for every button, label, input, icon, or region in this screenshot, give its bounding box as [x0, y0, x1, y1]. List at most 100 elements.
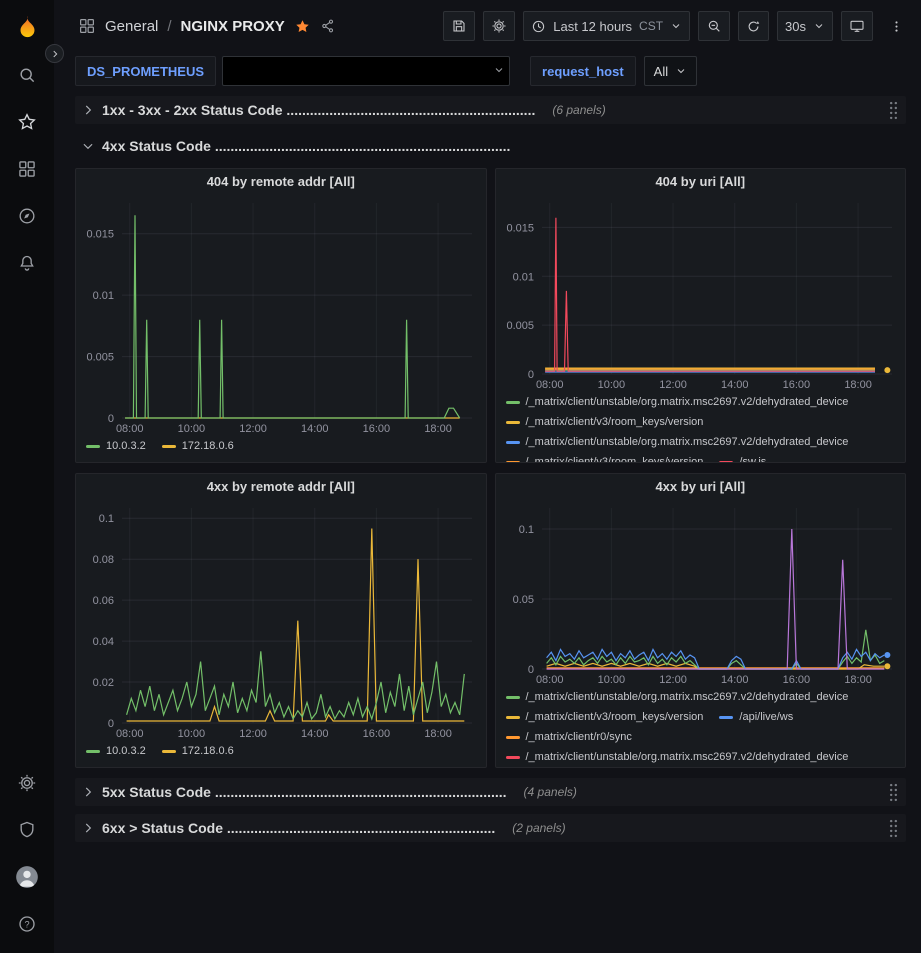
sidebar-item-profile[interactable] [0, 853, 54, 900]
svg-text:0.015: 0.015 [86, 229, 114, 241]
row-4xx-status-code[interactable]: 4xx Status Code ........................… [75, 132, 906, 160]
row-1xx-3xx-2xx-status-code[interactable]: 1xx - 3xx - 2xx Status Code ............… [75, 96, 906, 124]
svg-text:18:00: 18:00 [424, 423, 452, 435]
legend-swatch [719, 461, 733, 463]
datasource-variable-label[interactable]: DS_PROMETHEUS [75, 56, 216, 86]
breadcrumb-title: NGINX PROXY [181, 18, 285, 35]
legend-item[interactable]: 10.0.3.2 [86, 438, 146, 454]
legend-label: /api/live/ws [739, 709, 793, 725]
chart-canvas[interactable]: 08:0010:0012:0014:0016:0018:0000.0050.01… [496, 195, 906, 392]
share-icon[interactable] [320, 18, 336, 34]
series-line [545, 218, 875, 371]
tv-mode-button[interactable] [841, 11, 873, 41]
chart-canvas[interactable]: 08:0010:0012:0014:0016:0018:0000.020.040… [76, 500, 486, 741]
sidebar-expand-button[interactable] [45, 44, 64, 63]
legend-item[interactable]: /_matrix/client/unstable/org.matrix.msc2… [506, 749, 849, 765]
legend-item[interactable]: /_matrix/client/unstable/org.matrix.msc2… [506, 434, 849, 450]
request-host-value: All [654, 64, 668, 79]
star-filled-icon[interactable] [294, 18, 311, 35]
dashboard-settings-button[interactable] [483, 11, 515, 41]
legend-item[interactable]: /_matrix/client/r0/sync [506, 729, 632, 745]
breadcrumb-section[interactable]: General [105, 18, 158, 35]
svg-text:0.04: 0.04 [93, 636, 114, 648]
legend-item[interactable]: /_matrix/client/v3/room_keys/version [506, 709, 704, 725]
request-host-variable-label[interactable]: request_host [530, 56, 636, 86]
sidebar-item-configuration[interactable] [0, 759, 54, 806]
refresh-interval-picker[interactable]: 30s [777, 11, 833, 41]
chart-canvas[interactable]: 08:0010:0012:0014:0016:0018:0000.0050.01… [76, 195, 486, 436]
legend-item[interactable]: 10.0.3.2 [86, 743, 146, 759]
legend-label: /_matrix/client/unstable/org.matrix.msc2… [526, 749, 849, 765]
legend-item[interactable]: /api/live/ws [719, 709, 793, 725]
avatar [14, 864, 40, 890]
svg-text:08:00: 08:00 [116, 423, 144, 435]
legend-item[interactable]: /sw.js [719, 454, 766, 462]
chart-canvas[interactable]: 08:0010:0012:0014:0016:0018:0000.050.1 [496, 500, 906, 687]
svg-text:10:00: 10:00 [597, 379, 625, 391]
zoom-out-time-button[interactable] [698, 11, 730, 41]
legend-label: /_matrix/client/r0/sync [526, 729, 632, 745]
panel-legend: /_matrix/client/unstable/org.matrix.msc2… [496, 687, 906, 767]
breadcrumb: General / NGINX PROXY [78, 17, 336, 35]
sidebar-item-explore[interactable] [0, 192, 54, 239]
svg-text:16:00: 16:00 [363, 728, 391, 740]
request-host-select[interactable]: All [644, 56, 697, 86]
svg-text:0: 0 [527, 664, 533, 676]
legend-label: /sw.js [739, 454, 766, 462]
row-drag-handle[interactable] [887, 782, 900, 803]
legend-label: /_matrix/client/unstable/org.matrix.msc2… [526, 394, 849, 410]
chart-4xx-by-remote-addr[interactable]: 08:0010:0012:0014:0016:0018:0000.020.040… [76, 500, 486, 741]
svg-text:0.05: 0.05 [512, 594, 533, 606]
row-panel-count: (6 panels) [552, 103, 605, 117]
legend-item[interactable]: /_matrix/client/unstable/org.matrix.msc2… [506, 394, 849, 410]
refresh-button[interactable] [738, 11, 769, 41]
sidebar-item-starred[interactable] [0, 98, 54, 145]
panel-title[interactable]: 404 by remote addr [All] [76, 169, 486, 195]
row-drag-handle[interactable] [887, 818, 900, 839]
legend-item[interactable]: 172.18.0.6 [162, 743, 234, 759]
legend-item[interactable]: /_matrix/client/v3/room_keys/version [506, 454, 704, 462]
legend-swatch [506, 756, 520, 759]
chevron-right-icon [81, 821, 95, 835]
apps-icon [17, 159, 37, 179]
help-icon: ? [17, 914, 37, 934]
row-6xx-status-code[interactable]: 6xx > Status Code ......................… [75, 814, 906, 842]
legend-item[interactable]: /_matrix/client/unstable/org.matrix.msc2… [506, 689, 849, 705]
datasource-value-select[interactable] [222, 56, 510, 86]
row-5xx-status-code[interactable]: 5xx Status Code ........................… [75, 778, 906, 806]
panel-title[interactable]: 4xx by remote addr [All] [76, 474, 486, 500]
panel-title[interactable]: 4xx by uri [All] [496, 474, 906, 500]
svg-text:12:00: 12:00 [659, 379, 687, 391]
svg-text:18:00: 18:00 [844, 674, 872, 686]
chevron-down-icon [675, 65, 687, 77]
svg-text:08:00: 08:00 [535, 674, 563, 686]
chart-404-by-remote-addr[interactable]: 08:0010:0012:0014:0016:0018:0000.0050.01… [76, 195, 486, 436]
svg-text:0.06: 0.06 [93, 595, 114, 607]
panel-title[interactable]: 404 by uri [All] [496, 169, 906, 195]
sidebar-item-server-admin[interactable] [0, 806, 54, 853]
chevron-right-icon [81, 785, 95, 799]
row-drag-handle[interactable] [887, 100, 900, 121]
sidebar-item-help[interactable]: ? [0, 900, 54, 947]
series-end-dot [884, 367, 890, 373]
row-panel-count: (2 panels) [512, 821, 565, 835]
legend-item[interactable]: /_matrix/client/v3/room_keys/version [506, 414, 704, 430]
grafana-logo[interactable] [0, 4, 54, 51]
time-range-picker[interactable]: Last 12 hours CST [523, 11, 690, 41]
legend-label: 172.18.0.6 [182, 438, 234, 454]
chart-4xx-by-uri[interactable]: 08:0010:0012:0014:0016:0018:0000.050.1 [496, 500, 906, 687]
chart-404-by-uri[interactable]: 08:0010:0012:0014:0016:0018:0000.0050.01… [496, 195, 906, 392]
legend-swatch [719, 716, 733, 719]
svg-text:12:00: 12:00 [239, 423, 267, 435]
sidebar-item-dashboards[interactable] [0, 145, 54, 192]
svg-text:12:00: 12:00 [659, 674, 687, 686]
save-dashboard-button[interactable] [443, 11, 475, 41]
legend-item[interactable]: 172.18.0.6 [162, 438, 234, 454]
sidebar: ? [0, 0, 54, 953]
dashboard-toolbar: Last 12 hours CST [443, 11, 911, 41]
kebab-menu-button[interactable] [881, 11, 911, 41]
svg-text:08:00: 08:00 [535, 379, 563, 391]
legend-swatch [506, 401, 520, 404]
svg-text:0.01: 0.01 [93, 290, 114, 302]
sidebar-item-alerting[interactable] [0, 239, 54, 286]
